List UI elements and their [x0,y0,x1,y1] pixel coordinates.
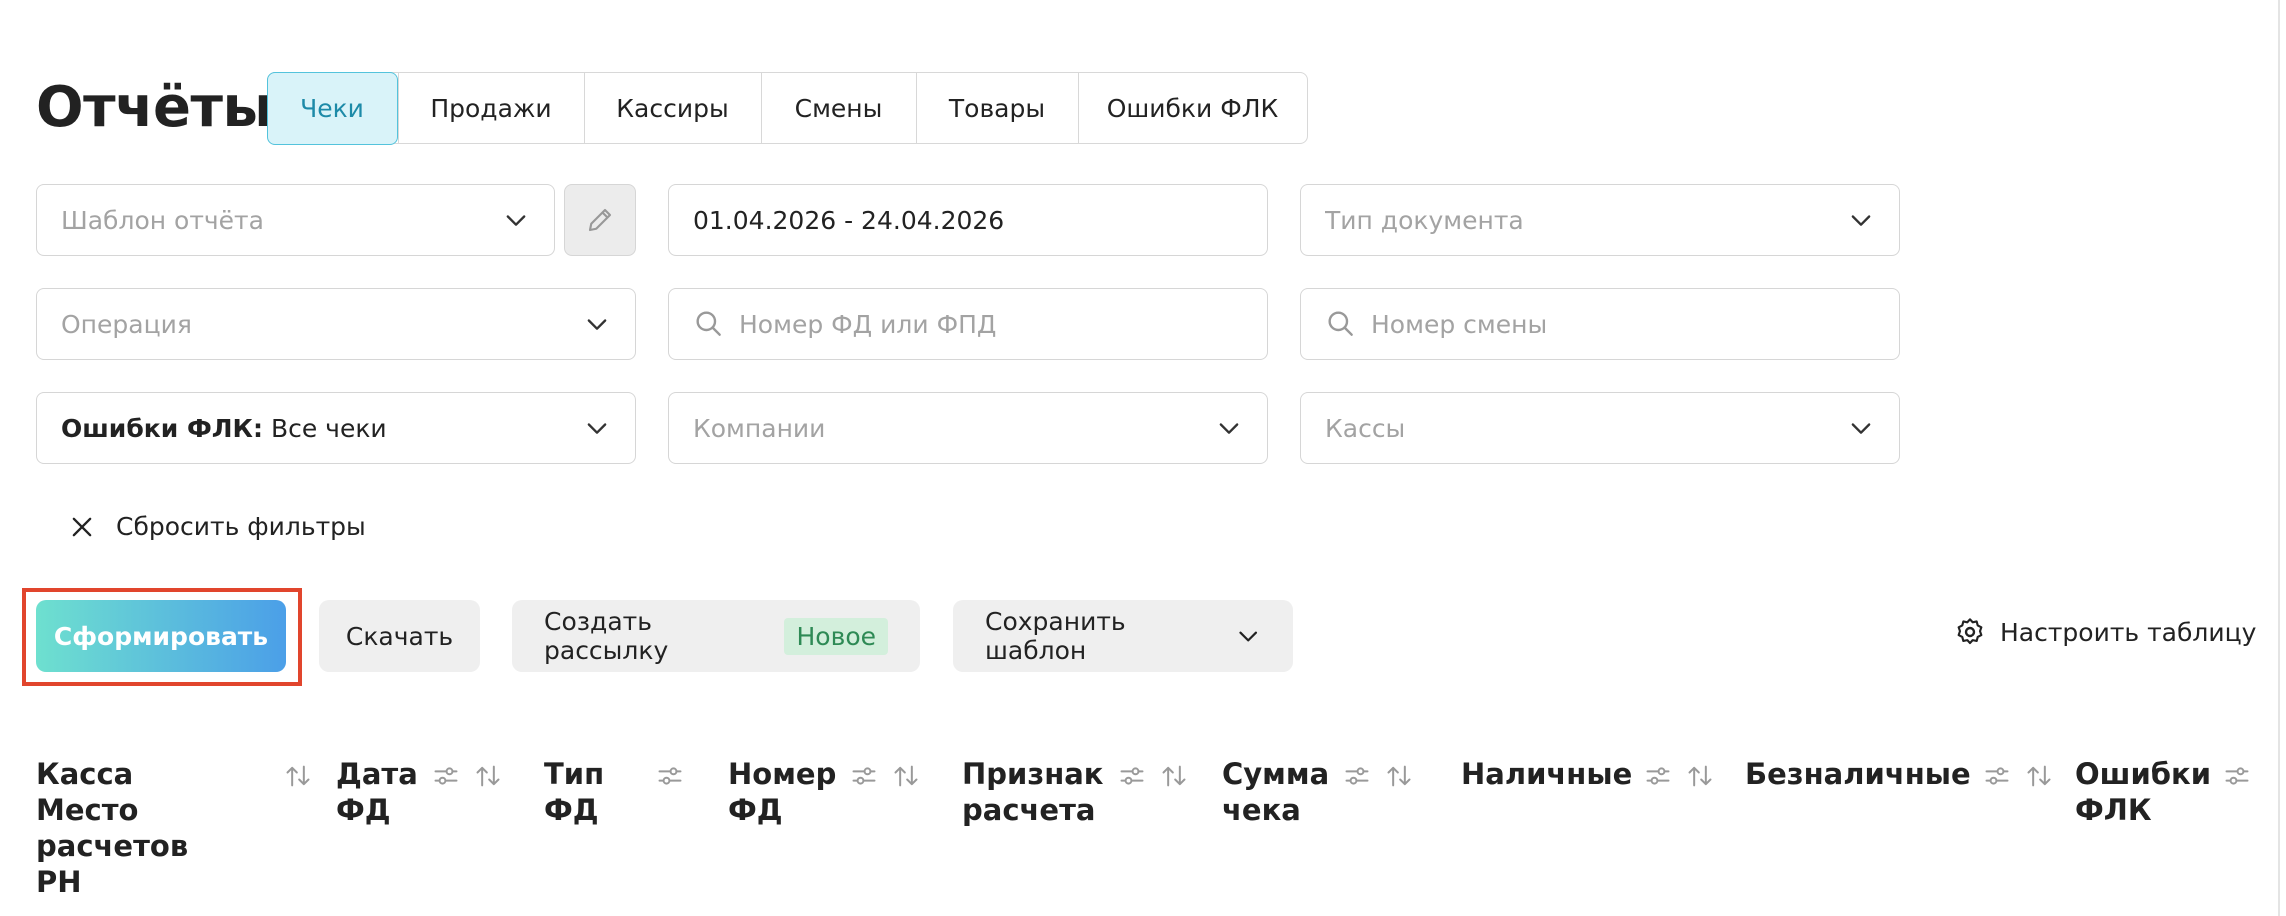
document-type-placeholder: Тип документа [1325,205,1524,235]
report-template-placeholder: Шаблон отчёта [61,205,264,235]
flk-errors-label: Ошибки ФЛК: [61,413,263,443]
companies-select[interactable]: Компании [668,392,1268,464]
download-button[interactable]: Скачать [319,600,480,672]
sort-arrows-icon[interactable] [284,762,312,790]
create-mailing-label: Создать рассылку [544,607,669,665]
tab-checks[interactable]: Чеки [266,71,398,145]
operation-placeholder: Операция [61,309,192,339]
registers-select[interactable]: Кассы [1300,392,1900,464]
chevron-down-icon [506,215,526,226]
document-type-select[interactable]: Тип документа [1300,184,1900,256]
sort-arrows-icon[interactable] [1160,762,1188,790]
column-header-fd-type: Тип ФД [544,756,684,828]
close-icon [72,517,92,536]
filter-sliders-icon[interactable] [1983,762,2011,790]
column-header-fd-number: Номер ФД [728,756,920,828]
column-header-flk-errors: Ошибки ФЛК [2075,756,2251,828]
filter-sliders-icon[interactable] [1343,762,1371,790]
reset-filters-button[interactable]: Сбросить фильтры [68,512,366,541]
save-template-button[interactable]: Сохранить шаблон [953,600,1293,672]
shift-number-placeholder: Номер смены [1371,309,1548,339]
filter-sliders-icon[interactable] [850,762,878,790]
column-header-cash: Наличные [1461,756,1714,792]
sort-arrows-icon[interactable] [474,762,502,790]
chevron-down-icon [1238,631,1257,642]
flk-errors-select[interactable]: Ошибки ФЛК: Все чеки [36,392,636,464]
filter-sliders-icon[interactable] [432,762,460,790]
configure-table-button[interactable]: Настроить таблицу [1954,616,2256,648]
sort-arrows-icon[interactable] [1686,762,1714,790]
column-header-register: Касса Место расчетов РН [36,756,312,900]
column-header-cashless: Безналичные [1745,756,2053,792]
shift-number-search-input[interactable]: Номер смены [1300,288,1900,360]
flk-errors-value: Все чеки [270,413,387,443]
tab-shifts[interactable]: Смены [760,73,916,143]
filter-sliders-icon[interactable] [656,762,684,790]
edit-template-button[interactable] [564,184,636,256]
generate-report-button[interactable]: Сформировать [36,600,286,672]
companies-placeholder: Компании [693,413,826,443]
search-icon [696,311,721,336]
date-range-value: 01.04.2026 - 24.04.2026 [693,205,1005,235]
column-header-fd-date: Дата ФД [336,756,502,828]
registers-placeholder: Кассы [1325,413,1406,443]
sort-arrows-icon[interactable] [1385,762,1413,790]
chevron-down-icon [1219,423,1239,434]
filter-sliders-icon[interactable] [1644,762,1672,790]
column-label: Наличные [1461,757,1633,791]
fd-number-placeholder: Номер ФД или ФПД [739,309,997,339]
sort-arrows-icon[interactable] [2025,762,2053,790]
page-title: Отчёты [36,75,273,140]
scrollbar-track[interactable] [2278,0,2280,916]
filter-sliders-icon[interactable] [2223,762,2251,790]
chevron-down-icon [1851,215,1871,226]
operation-select[interactable]: Операция [36,288,636,360]
report-template-select[interactable]: Шаблон отчёта [36,184,555,256]
tab-flk-errors[interactable]: Ошибки ФЛК [1077,73,1307,143]
chevron-down-icon [1851,423,1871,434]
column-header-check-sum: Сумма чека [1222,756,1413,828]
column-label: Ошибки ФЛК [2075,757,2212,827]
sort-arrows-icon[interactable] [892,762,920,790]
save-template-label: Сохранить шаблон [985,607,1126,665]
date-range-input[interactable]: 01.04.2026 - 24.04.2026 [668,184,1268,256]
filter-sliders-icon[interactable] [1118,762,1146,790]
column-label: Тип ФД [544,757,605,827]
column-label: Безналичные [1745,757,1971,791]
column-label: Номер ФД [728,757,837,827]
column-label: Касса Место расчетов РН [36,757,189,899]
tab-products[interactable]: Товары [915,73,1078,143]
tab-cashiers[interactable]: Кассиры [583,73,761,143]
configure-table-label: Настроить таблицу [2000,617,2257,647]
column-label: Признак расчета [962,757,1104,827]
chevron-down-icon [587,319,607,330]
gear-icon [1957,618,1983,645]
column-header-payment-sign: Признак расчета [962,756,1188,828]
report-tabs: Чеки Продажи Кассиры Смены Товары Ошибки… [266,71,1308,145]
tab-sales[interactable]: Продажи [397,73,584,143]
column-label: Дата ФД [336,757,418,827]
search-icon [1328,311,1353,336]
fd-number-search-input[interactable]: Номер ФД или ФПД [668,288,1268,360]
column-label: Сумма чека [1222,757,1330,827]
reset-filters-label: Сбросить фильтры [116,512,366,541]
create-mailing-button[interactable]: Создать рассылку Новое [512,600,920,672]
pencil-icon [588,208,612,232]
new-badge: Новое [784,617,888,655]
chevron-down-icon [587,423,607,434]
